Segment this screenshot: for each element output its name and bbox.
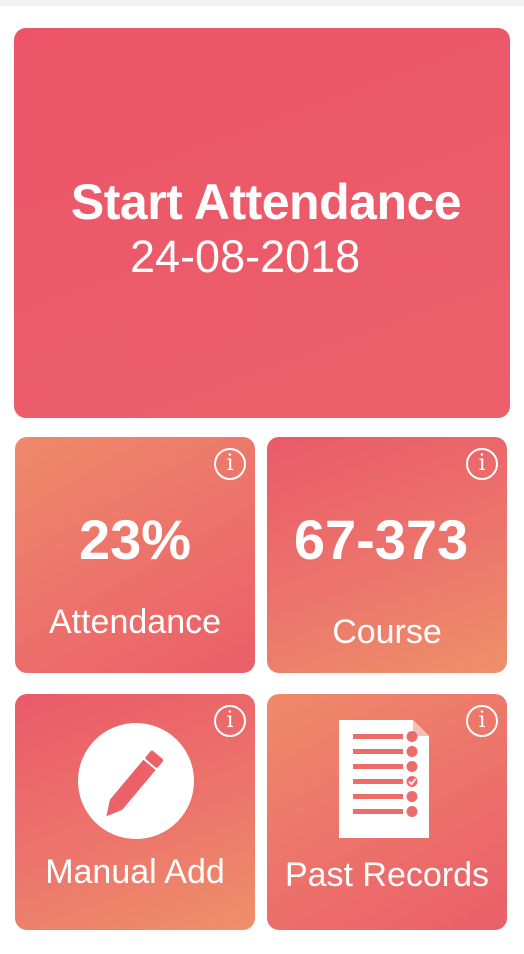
course-number: 67-373 — [293, 508, 469, 571]
past-records-label: Past Records — [284, 856, 490, 894]
past-records-button[interactable]: i Past Records — [267, 694, 507, 930]
info-icon[interactable]: i — [214, 705, 246, 737]
info-icon[interactable]: i — [466, 448, 498, 480]
course-tile[interactable]: i 67-373 Course — [267, 437, 507, 673]
attendance-label: Attendance — [48, 603, 222, 641]
pencil-icon — [78, 723, 194, 839]
attendance-tile[interactable]: i 23% Attendance — [15, 437, 255, 673]
checklist-document-icon — [339, 720, 429, 843]
attendance-percentage: 23% — [78, 508, 192, 571]
attendance-date: 24-08-2018 — [130, 231, 361, 282]
info-icon[interactable]: i — [466, 705, 498, 737]
start-attendance-button[interactable]: Start Attendance 24-08-2018 — [14, 28, 510, 418]
manual-add-label: Manual Add — [45, 853, 225, 891]
manual-add-button[interactable]: i Manual Add — [15, 694, 255, 930]
start-attendance-title: Start Attendance — [70, 174, 462, 230]
top-bar — [0, 0, 524, 6]
course-label: Course — [332, 613, 442, 651]
info-icon[interactable]: i — [214, 448, 246, 480]
